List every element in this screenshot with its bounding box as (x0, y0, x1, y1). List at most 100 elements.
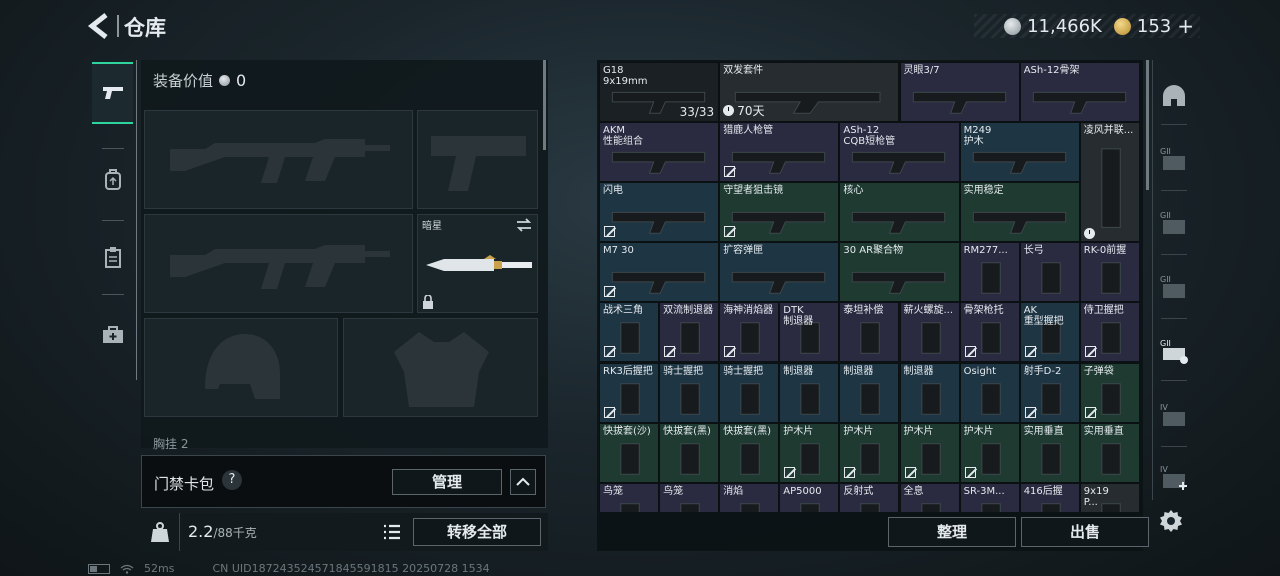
equipment-scrollbar[interactable] (543, 60, 546, 150)
inventory-item[interactable]: 子弹袋 (1079, 362, 1139, 423)
inventory-item[interactable]: M249 护木 (959, 122, 1080, 183)
inventory-item[interactable]: 实用垂直 (1079, 422, 1139, 483)
inventory-item[interactable]: 实用垂直 (1019, 422, 1080, 483)
inventory-item[interactable]: 长弓 (1019, 242, 1080, 303)
inventory-item[interactable]: 9x19 P... (1079, 482, 1139, 512)
inventory-item[interactable]: 守望者狙击镜 (719, 182, 840, 243)
inventory-item[interactable]: G18 9x19mm 33/33 (599, 62, 720, 123)
inventory-item[interactable]: 双发套件 70天 (719, 62, 900, 123)
inventory-panel: G18 9x19mm 33/33 双发套件 70天 灵眼3/7 ASh-12骨架 AKM 性… (597, 60, 1143, 551)
inventory-item[interactable]: 骑士握把 (719, 362, 780, 423)
inventory-item[interactable]: AKM 性能组合 (599, 122, 720, 183)
inventory-item[interactable]: 猎鹿人枪管 (719, 122, 840, 183)
inventory-item[interactable]: 护木片 (959, 422, 1020, 483)
melee-slot[interactable]: 暗星 (417, 214, 538, 313)
inventory-item[interactable]: 制退器 (899, 362, 960, 423)
inventory-item[interactable]: SR-3M... (959, 482, 1020, 512)
settings-gear-icon[interactable] (1158, 508, 1184, 534)
inventory-item[interactable]: 护木片 (779, 422, 840, 483)
inventory-item[interactable]: 实用稳定 (959, 182, 1080, 243)
inventory-item[interactable]: 鸟笼 (659, 482, 720, 512)
armor-tier-2-icon[interactable]: GII (1159, 144, 1189, 174)
inventory-item[interactable]: 核心 (839, 182, 960, 243)
inventory-item[interactable]: 快拔套(黑) (659, 422, 720, 483)
helmet-icon[interactable] (1159, 82, 1189, 112)
inventory-item[interactable]: RK-0前握 (1079, 242, 1139, 303)
inventory-item[interactable]: 消焰 (719, 482, 780, 512)
item-name: 全息 (903, 485, 924, 497)
armor-slot[interactable] (343, 318, 538, 417)
inventory-item[interactable]: 鸟笼 (599, 482, 660, 512)
add-currency-button[interactable]: + (1177, 14, 1194, 38)
item-name: 薪火螺旋... (903, 305, 954, 317)
inventory-item[interactable]: 快拔套(黑) (719, 422, 780, 483)
armor-tier-4-icon[interactable]: IV (1159, 400, 1189, 430)
inventory-item[interactable]: DTK 制退器 (779, 302, 840, 363)
category-medkit[interactable] (92, 304, 133, 366)
item-name: RM277... (963, 245, 1008, 257)
pistol-slot[interactable] (417, 110, 538, 209)
sort-button[interactable]: 整理 (888, 517, 1016, 547)
armor-tier-2-active-icon[interactable]: GII (1159, 336, 1189, 366)
category-weapons[interactable] (92, 62, 133, 124)
helmet-slot[interactable] (144, 318, 338, 417)
inventory-item[interactable]: 灵眼3/7 (899, 62, 1020, 123)
bound-item-icon (724, 166, 736, 178)
sell-button[interactable]: 出售 (1021, 517, 1149, 547)
transfer-all-button[interactable]: 转移全部 (413, 518, 541, 546)
inventory-item[interactable]: 骨架枪托 (959, 302, 1020, 363)
primary-weapon-slot-1[interactable] (144, 110, 413, 209)
inventory-item[interactable]: M7 30 (599, 242, 720, 303)
item-icon (920, 322, 941, 355)
inventory-item[interactable]: 制退器 (779, 362, 840, 423)
keycard-expand-button[interactable] (510, 469, 536, 495)
inventory-item[interactable]: 骑士握把 (659, 362, 720, 423)
list-view-icon[interactable] (381, 522, 403, 542)
inventory-item[interactable]: 护木片 (899, 422, 960, 483)
inventory-item[interactable]: 海神消焰器 (719, 302, 780, 363)
category-clipboard[interactable] (92, 226, 133, 288)
item-icon (972, 212, 1066, 234)
keycard-help-button[interactable]: ? (222, 470, 242, 490)
inventory-item[interactable]: 制退器 (839, 362, 900, 423)
armor-tier-4-add-icon[interactable]: IV (1159, 462, 1189, 492)
inventory-item[interactable]: Osight (959, 362, 1020, 423)
inventory-item[interactable]: 反射式 (839, 482, 900, 512)
inventory-item[interactable]: 侍卫握把 (1079, 302, 1139, 363)
keycard-manage-button[interactable]: 管理 (392, 469, 502, 495)
chest-rig-label: 胸挂 2 (153, 437, 189, 451)
armor-tier-2-icon[interactable]: GII (1159, 272, 1189, 302)
item-name: 鸟笼 (663, 485, 684, 497)
item-icon (731, 212, 826, 234)
inventory-item[interactable]: 射手D-2 (1019, 362, 1080, 423)
item-name: 快拔套(黑) (723, 425, 771, 437)
inventory-item[interactable]: 扩容弹匣 (719, 242, 840, 303)
inventory-item[interactable]: 双流制退器 (659, 302, 720, 363)
svg-text:GII: GII (1160, 147, 1171, 156)
inventory-item[interactable]: 凌风并联... (1079, 122, 1139, 243)
inventory-item[interactable]: 416后握 (1019, 482, 1080, 512)
currency-display[interactable]: 11,466K 153 + (974, 14, 1200, 38)
armor-tier-2-icon[interactable]: GII (1159, 208, 1189, 238)
inventory-item[interactable]: 快拔套(沙) (599, 422, 660, 483)
inventory-item[interactable]: AP5000 (779, 482, 840, 512)
inventory-item[interactable]: 护木片 (839, 422, 900, 483)
inventory-item[interactable]: ASh-12骨架 (1019, 62, 1139, 123)
inventory-item[interactable]: 泰坦补偿 (839, 302, 900, 363)
bound-item-icon (1024, 346, 1036, 358)
inventory-item[interactable]: 闪电 (599, 182, 720, 243)
inventory-item[interactable]: 薪火螺旋... (899, 302, 960, 363)
item-name: 凌风并联... (1083, 125, 1134, 137)
inventory-item[interactable]: 30 AR聚合物 (839, 242, 960, 303)
inventory-item[interactable]: 战术三角 (599, 302, 660, 363)
inventory-item[interactable]: RK3后握把 (599, 362, 660, 423)
inventory-item[interactable]: ASh-12 CQB短枪管 (839, 122, 960, 183)
inventory-item[interactable]: RM277... (959, 242, 1020, 303)
inventory-item[interactable]: 全息 (899, 482, 960, 512)
back-button[interactable] (86, 12, 112, 40)
category-backpack[interactable] (92, 148, 133, 210)
primary-weapon-slot-2[interactable] (144, 214, 413, 313)
inventory-scrollbar[interactable] (1146, 60, 1149, 190)
inventory-item[interactable]: AK 重型握把 (1019, 302, 1080, 363)
swap-icon[interactable] (515, 217, 533, 233)
